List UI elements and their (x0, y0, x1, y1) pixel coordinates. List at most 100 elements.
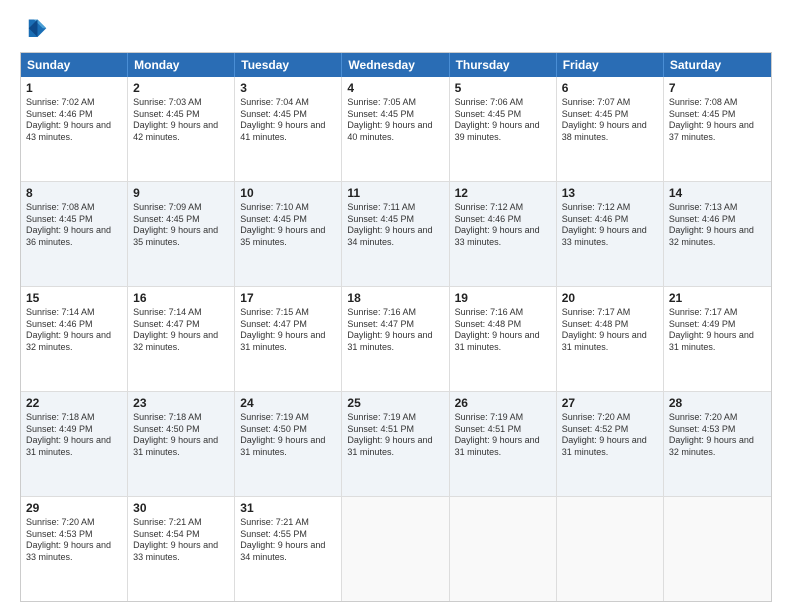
daylight-text: Daylight: 9 hours and 32 minutes. (26, 330, 122, 353)
daylight-text: Daylight: 9 hours and 39 minutes. (455, 120, 551, 143)
day-cell-8: 8 Sunrise: 7:08 AM Sunset: 4:45 PM Dayli… (21, 182, 128, 286)
sunset-text: Sunset: 4:46 PM (26, 319, 122, 331)
cell-info: Sunrise: 7:02 AM Sunset: 4:46 PM Dayligh… (26, 97, 122, 144)
sunrise-text: Sunrise: 7:16 AM (455, 307, 551, 319)
header-cell-monday: Monday (128, 53, 235, 77)
sunset-text: Sunset: 4:46 PM (26, 109, 122, 121)
day-number: 24 (240, 396, 336, 410)
day-cell-15: 15 Sunrise: 7:14 AM Sunset: 4:46 PM Dayl… (21, 287, 128, 391)
day-cell-16: 16 Sunrise: 7:14 AM Sunset: 4:47 PM Dayl… (128, 287, 235, 391)
sunset-text: Sunset: 4:52 PM (562, 424, 658, 436)
day-cell-9: 9 Sunrise: 7:09 AM Sunset: 4:45 PM Dayli… (128, 182, 235, 286)
sunrise-text: Sunrise: 7:08 AM (26, 202, 122, 214)
daylight-text: Daylight: 9 hours and 31 minutes. (669, 330, 766, 353)
header (20, 16, 772, 44)
sunrise-text: Sunrise: 7:16 AM (347, 307, 443, 319)
cell-info: Sunrise: 7:12 AM Sunset: 4:46 PM Dayligh… (562, 202, 658, 249)
header-cell-tuesday: Tuesday (235, 53, 342, 77)
day-number: 25 (347, 396, 443, 410)
day-number: 8 (26, 186, 122, 200)
cell-info: Sunrise: 7:08 AM Sunset: 4:45 PM Dayligh… (26, 202, 122, 249)
day-cell-31: 31 Sunrise: 7:21 AM Sunset: 4:55 PM Dayl… (235, 497, 342, 601)
sunset-text: Sunset: 4:51 PM (347, 424, 443, 436)
cell-info: Sunrise: 7:21 AM Sunset: 4:54 PM Dayligh… (133, 517, 229, 564)
daylight-text: Daylight: 9 hours and 31 minutes. (240, 330, 336, 353)
day-cell-5: 5 Sunrise: 7:06 AM Sunset: 4:45 PM Dayli… (450, 77, 557, 181)
sunrise-text: Sunrise: 7:19 AM (240, 412, 336, 424)
day-number: 18 (347, 291, 443, 305)
sunrise-text: Sunrise: 7:20 AM (26, 517, 122, 529)
cell-info: Sunrise: 7:21 AM Sunset: 4:55 PM Dayligh… (240, 517, 336, 564)
day-cell-13: 13 Sunrise: 7:12 AM Sunset: 4:46 PM Dayl… (557, 182, 664, 286)
sunset-text: Sunset: 4:49 PM (26, 424, 122, 436)
sunrise-text: Sunrise: 7:05 AM (347, 97, 443, 109)
day-number: 20 (562, 291, 658, 305)
cell-info: Sunrise: 7:03 AM Sunset: 4:45 PM Dayligh… (133, 97, 229, 144)
sunrise-text: Sunrise: 7:11 AM (347, 202, 443, 214)
calendar-row-1: 1 Sunrise: 7:02 AM Sunset: 4:46 PM Dayli… (21, 77, 771, 181)
day-cell-2: 2 Sunrise: 7:03 AM Sunset: 4:45 PM Dayli… (128, 77, 235, 181)
cell-info: Sunrise: 7:05 AM Sunset: 4:45 PM Dayligh… (347, 97, 443, 144)
daylight-text: Daylight: 9 hours and 31 minutes. (347, 330, 443, 353)
header-cell-thursday: Thursday (450, 53, 557, 77)
day-number: 1 (26, 81, 122, 95)
sunrise-text: Sunrise: 7:21 AM (240, 517, 336, 529)
day-cell-18: 18 Sunrise: 7:16 AM Sunset: 4:47 PM Dayl… (342, 287, 449, 391)
daylight-text: Daylight: 9 hours and 31 minutes. (455, 435, 551, 458)
sunrise-text: Sunrise: 7:06 AM (455, 97, 551, 109)
sunset-text: Sunset: 4:45 PM (562, 109, 658, 121)
sunset-text: Sunset: 4:45 PM (347, 109, 443, 121)
page: SundayMondayTuesdayWednesdayThursdayFrid… (0, 0, 792, 612)
sunset-text: Sunset: 4:55 PM (240, 529, 336, 541)
day-number: 19 (455, 291, 551, 305)
sunset-text: Sunset: 4:45 PM (455, 109, 551, 121)
cell-info: Sunrise: 7:12 AM Sunset: 4:46 PM Dayligh… (455, 202, 551, 249)
day-number: 4 (347, 81, 443, 95)
sunrise-text: Sunrise: 7:17 AM (669, 307, 766, 319)
cell-info: Sunrise: 7:16 AM Sunset: 4:48 PM Dayligh… (455, 307, 551, 354)
sunset-text: Sunset: 4:45 PM (133, 214, 229, 226)
cell-info: Sunrise: 7:17 AM Sunset: 4:49 PM Dayligh… (669, 307, 766, 354)
sunset-text: Sunset: 4:47 PM (240, 319, 336, 331)
day-number: 21 (669, 291, 766, 305)
day-number: 27 (562, 396, 658, 410)
calendar-row-5: 29 Sunrise: 7:20 AM Sunset: 4:53 PM Dayl… (21, 496, 771, 601)
daylight-text: Daylight: 9 hours and 33 minutes. (133, 540, 229, 563)
calendar-row-2: 8 Sunrise: 7:08 AM Sunset: 4:45 PM Dayli… (21, 181, 771, 286)
sunset-text: Sunset: 4:46 PM (562, 214, 658, 226)
cell-info: Sunrise: 7:17 AM Sunset: 4:48 PM Dayligh… (562, 307, 658, 354)
day-number: 13 (562, 186, 658, 200)
cell-info: Sunrise: 7:11 AM Sunset: 4:45 PM Dayligh… (347, 202, 443, 249)
sunrise-text: Sunrise: 7:12 AM (455, 202, 551, 214)
calendar-row-3: 15 Sunrise: 7:14 AM Sunset: 4:46 PM Dayl… (21, 286, 771, 391)
day-cell-21: 21 Sunrise: 7:17 AM Sunset: 4:49 PM Dayl… (664, 287, 771, 391)
day-cell-17: 17 Sunrise: 7:15 AM Sunset: 4:47 PM Dayl… (235, 287, 342, 391)
sunset-text: Sunset: 4:50 PM (240, 424, 336, 436)
day-number: 10 (240, 186, 336, 200)
day-number: 31 (240, 501, 336, 515)
empty-cell (450, 497, 557, 601)
sunset-text: Sunset: 4:48 PM (562, 319, 658, 331)
daylight-text: Daylight: 9 hours and 33 minutes. (562, 225, 658, 248)
daylight-text: Daylight: 9 hours and 36 minutes. (26, 225, 122, 248)
header-cell-wednesday: Wednesday (342, 53, 449, 77)
sunset-text: Sunset: 4:46 PM (455, 214, 551, 226)
cell-info: Sunrise: 7:06 AM Sunset: 4:45 PM Dayligh… (455, 97, 551, 144)
sunset-text: Sunset: 4:53 PM (669, 424, 766, 436)
sunset-text: Sunset: 4:47 PM (133, 319, 229, 331)
sunset-text: Sunset: 4:45 PM (347, 214, 443, 226)
day-number: 28 (669, 396, 766, 410)
cell-info: Sunrise: 7:15 AM Sunset: 4:47 PM Dayligh… (240, 307, 336, 354)
daylight-text: Daylight: 9 hours and 31 minutes. (133, 435, 229, 458)
day-cell-4: 4 Sunrise: 7:05 AM Sunset: 4:45 PM Dayli… (342, 77, 449, 181)
daylight-text: Daylight: 9 hours and 35 minutes. (240, 225, 336, 248)
daylight-text: Daylight: 9 hours and 31 minutes. (240, 435, 336, 458)
sunrise-text: Sunrise: 7:19 AM (455, 412, 551, 424)
daylight-text: Daylight: 9 hours and 31 minutes. (455, 330, 551, 353)
day-cell-10: 10 Sunrise: 7:10 AM Sunset: 4:45 PM Dayl… (235, 182, 342, 286)
sunrise-text: Sunrise: 7:09 AM (133, 202, 229, 214)
day-number: 12 (455, 186, 551, 200)
sunrise-text: Sunrise: 7:04 AM (240, 97, 336, 109)
cell-info: Sunrise: 7:16 AM Sunset: 4:47 PM Dayligh… (347, 307, 443, 354)
daylight-text: Daylight: 9 hours and 35 minutes. (133, 225, 229, 248)
